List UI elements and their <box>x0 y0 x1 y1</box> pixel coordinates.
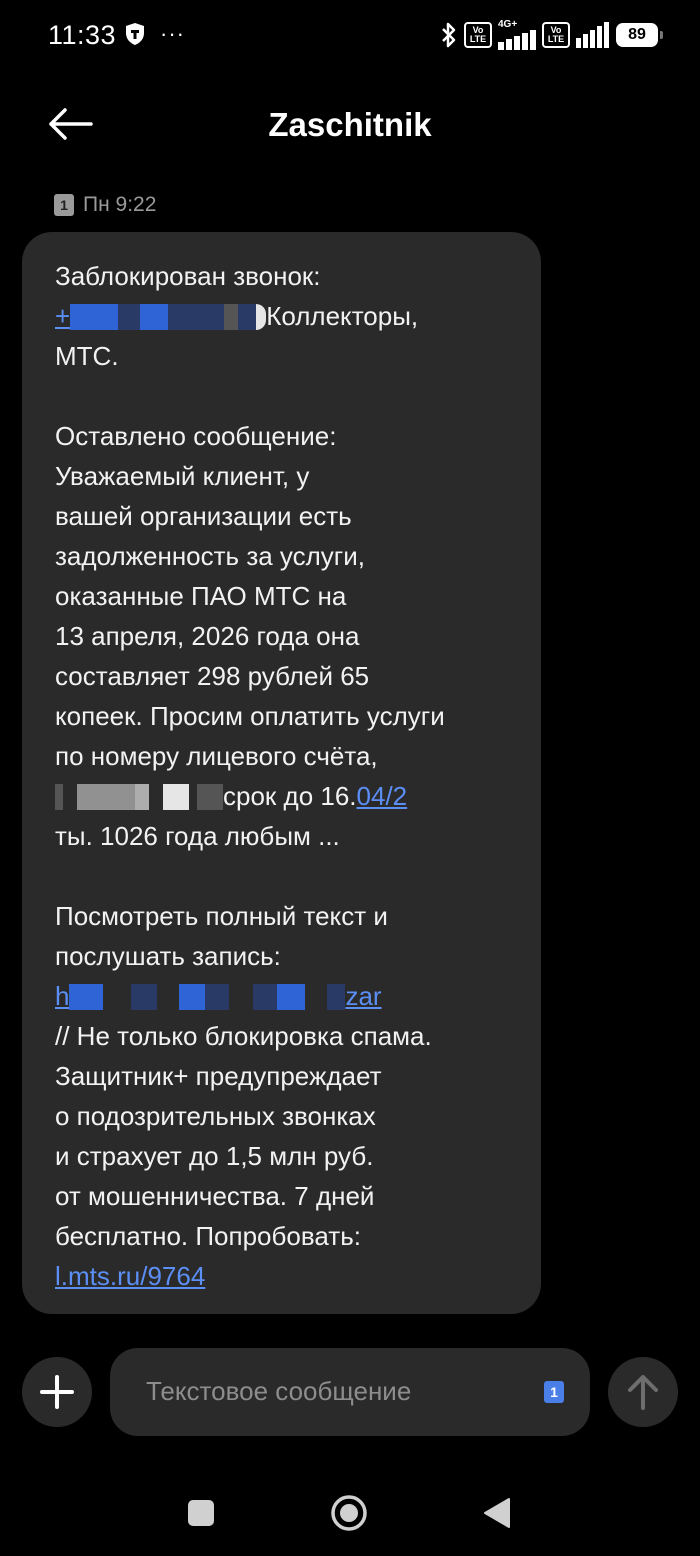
message-line: Заблокирован звонок: <box>55 261 321 291</box>
circle-icon <box>331 1495 367 1531</box>
message-line: Уважаемый клиент, у <box>55 461 310 491</box>
message-line: послушать запись: <box>55 941 281 971</box>
page-title: Zaschitnik <box>268 106 432 143</box>
message-line: по номеру лицевого счёта, <box>55 741 378 771</box>
message-line: срок до 16.04/2 <box>55 776 525 816</box>
message-line: Посмотреть полный текст и <box>55 901 388 931</box>
send-button[interactable] <box>608 1357 678 1427</box>
message-line: составляет 298 рублей 65 <box>55 661 370 691</box>
message-line: h zar <box>55 976 525 1016</box>
message-line: бесплатно. Попробовать: <box>55 1221 361 1251</box>
message-line: вашей организации есть <box>55 501 352 531</box>
message-line: о подозрительных звонках <box>55 1101 376 1131</box>
recents-button[interactable] <box>176 1488 226 1538</box>
mobile-signal-icon: 4G+ <box>498 20 536 50</box>
home-button[interactable] <box>324 1488 374 1538</box>
sim-badge: 1 <box>54 194 74 216</box>
back-nav-button[interactable] <box>472 1488 522 1538</box>
message-line: от мошенничества. 7 дней <box>55 1181 375 1211</box>
volte-icon-2: Vo LTE <box>542 22 570 48</box>
phone-link[interactable]: + <box>55 301 257 331</box>
record-link[interactable]: h zar <box>55 981 382 1011</box>
promo-link[interactable]: l.mts.ru/9764 <box>55 1261 205 1291</box>
message-line: ты. 1026 года любым ... <box>55 821 340 851</box>
message-meta: 1 Пн 9:22 <box>54 193 156 217</box>
message-line: l.mts.ru/9764 <box>55 1256 525 1296</box>
shield-icon <box>126 23 144 45</box>
square-icon <box>188 1500 214 1526</box>
date-link[interactable]: 04/2 <box>357 781 408 811</box>
bluetooth-icon <box>442 22 456 48</box>
sim-select-button[interactable]: 1 <box>544 1381 564 1403</box>
volte-icon: Vo LTE <box>464 22 492 48</box>
message-line: копеек. Просим оплатить услуги <box>55 701 445 731</box>
message-line: оказанные ПАО МТС на <box>55 581 347 611</box>
status-time: 11:33 <box>48 20 117 50</box>
message-input[interactable]: Текстовое сообщение 1 <box>110 1348 590 1436</box>
arrow-up-icon <box>628 1375 658 1410</box>
plus-icon <box>40 1375 74 1409</box>
message-line: + Коллекторы, <box>55 301 419 331</box>
message-time: Пн 9:22 <box>83 193 157 216</box>
triangle-left-icon <box>484 1498 510 1528</box>
conversation-header: Zaschitnik <box>0 84 700 168</box>
message-line: задолженность за услуги, <box>55 541 366 571</box>
system-navigation-bar <box>0 1468 700 1556</box>
message-line: Защитник+ предупреждает <box>55 1061 382 1091</box>
add-attachment-button[interactable] <box>22 1357 92 1427</box>
status-bar: 11:33 ··· Vo LTE 4G+ Vo LTE 89 <box>0 0 700 72</box>
mobile-signal-icon-2 <box>576 22 609 48</box>
message-line: Оставлено сообщение: <box>55 421 337 451</box>
message-line: 13 апреля, 2026 года она <box>55 621 360 651</box>
more-notifications-icon: ··· <box>160 21 185 46</box>
battery-icon: 89 <box>616 23 663 47</box>
message-line: и страхует до 1,5 млн руб. <box>55 1141 374 1171</box>
message-input-placeholder: Текстовое сообщение <box>146 1376 412 1406</box>
message-line: МТС. <box>55 341 119 371</box>
message-line: // Не только блокировка спама. <box>55 1021 432 1051</box>
